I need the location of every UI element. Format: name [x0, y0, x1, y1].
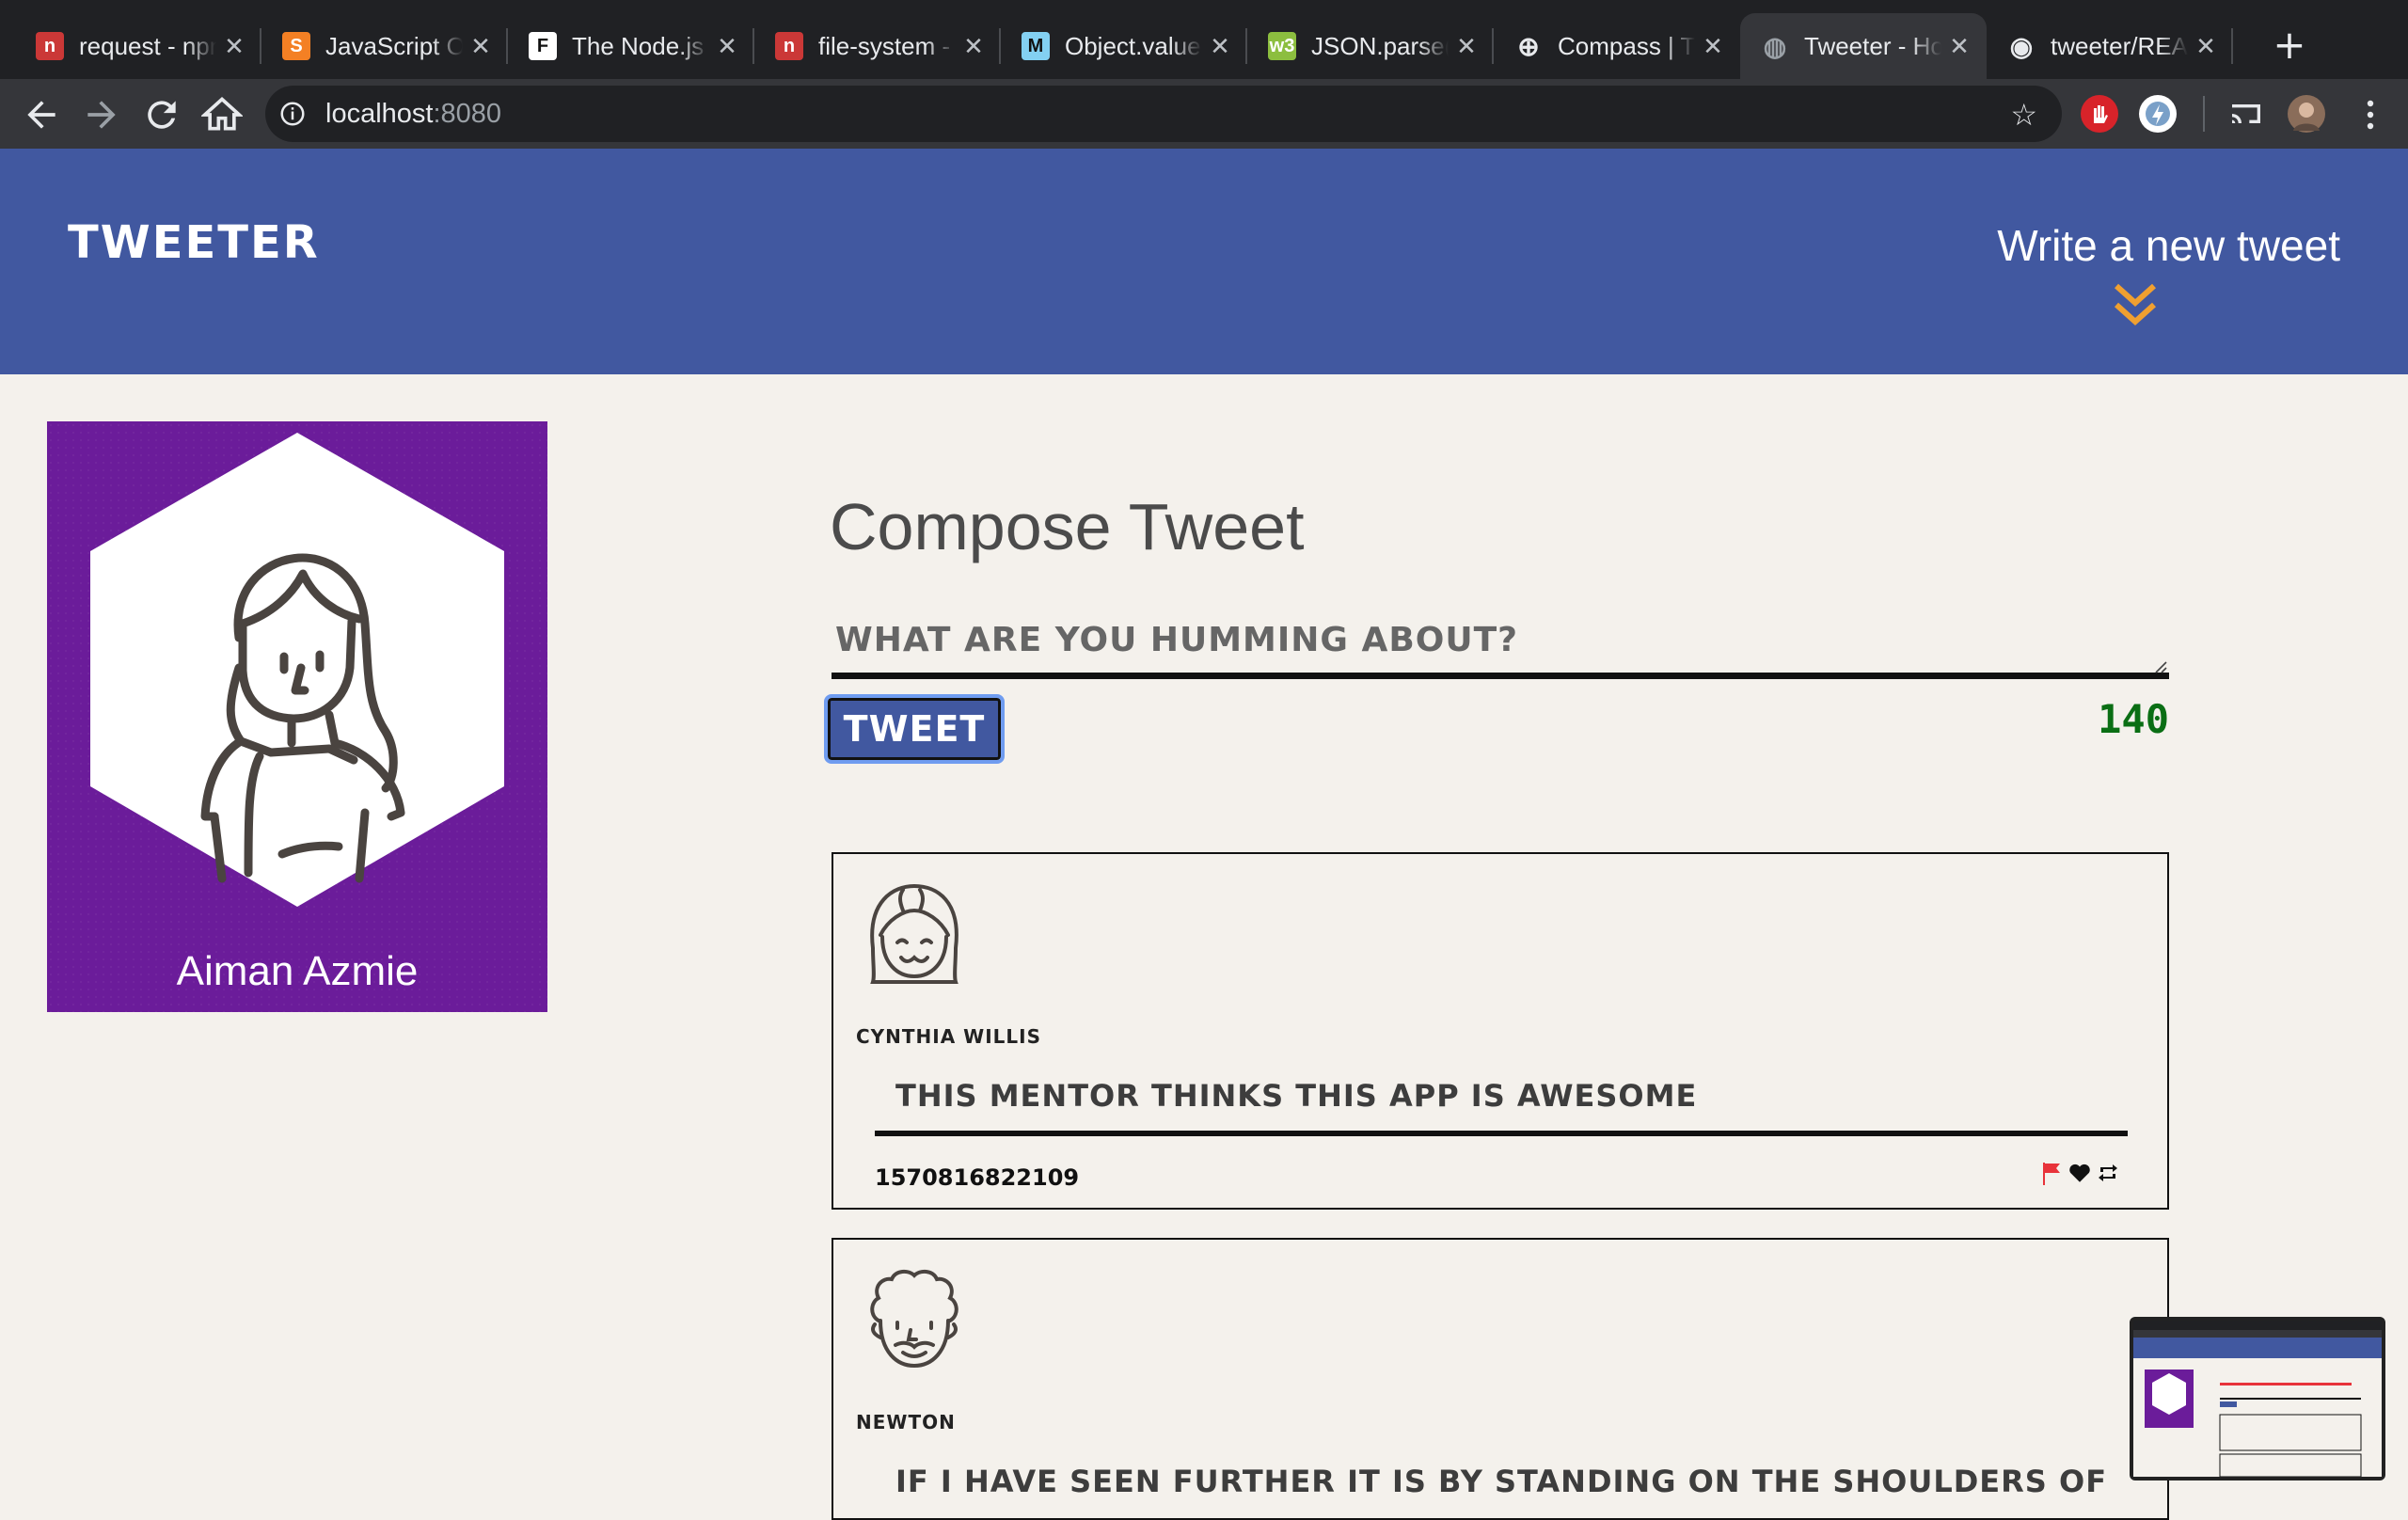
tab-title: The Node.js fs [572, 31, 709, 60]
extension-icon[interactable] [2139, 95, 2177, 133]
tweet-timestamp: 1570816822109 [875, 1164, 1080, 1191]
browser-tab[interactable]: S JavaScript ODM✕ [261, 13, 508, 79]
tab-close-icon[interactable]: ✕ [1208, 32, 1232, 61]
flag-icon[interactable] [2041, 1161, 2062, 1185]
tweet-text-input[interactable] [832, 621, 2169, 679]
tweet-actions [2041, 1161, 2120, 1185]
browser-menu-icon[interactable] [2352, 94, 2389, 135]
tab-close-icon[interactable]: ✕ [222, 32, 246, 61]
profile-name: Aiman Azmie [176, 948, 419, 994]
tab-close-icon[interactable]: ✕ [1454, 32, 1479, 61]
bookmark-star-icon[interactable]: ☆ [2010, 97, 2037, 133]
address-host: localhost [325, 98, 434, 129]
browser-tab[interactable]: F The Node.js fs✕ [508, 13, 754, 79]
tab-title: file-system - npm [818, 31, 956, 60]
npm-icon: n [36, 32, 64, 60]
tab-separator [2231, 28, 2233, 64]
tweet-author-handle: NEWTON [856, 1411, 956, 1433]
tab-close-icon[interactable]: ✕ [1947, 32, 1972, 61]
compass-icon: ⊕ [1517, 31, 1540, 61]
tab-title: JSON.parse() [1311, 31, 1449, 60]
tab-close-icon[interactable]: ✕ [961, 32, 986, 61]
w3-icon: w3 [1268, 32, 1296, 60]
tab-title: Compass | T [1558, 31, 1695, 60]
profile-avatar-image [90, 433, 504, 907]
tweet-content: THIS MENTOR THINKS THIS APP IS AWESOME [895, 1078, 1698, 1114]
npm-icon: n [775, 32, 803, 60]
github-icon: ◉ [2009, 31, 2034, 61]
compose-tweet-heading: Compose Tweet [830, 490, 1305, 563]
brand-logo[interactable]: TWEETER [68, 216, 320, 269]
user-avatar-icon [870, 1269, 958, 1369]
browser-tab[interactable]: ◉ tweeter/README✕ [1987, 13, 2233, 79]
browser-tab[interactable]: w3 JSON.parse() ✕ [1247, 13, 1494, 79]
double-chevron-down-icon[interactable] [2111, 280, 2160, 329]
profile-avatar[interactable] [2288, 95, 2325, 133]
user-avatar-icon [870, 883, 958, 984]
tab-title: request - npm [79, 31, 216, 60]
retweet-icon[interactable] [2096, 1161, 2120, 1185]
home-icon [199, 97, 245, 131]
tab-title: Tweeter - Home [1804, 31, 1941, 60]
globe-icon: ◍ [1763, 31, 1787, 61]
tweet-divider [875, 1131, 2128, 1136]
tweet-submit-button[interactable]: TWEET [824, 694, 1005, 764]
home-button[interactable] [199, 94, 245, 135]
tweet-card: NEWTON IF I HAVE SEEN FURTHER IT IS BY S… [832, 1238, 2169, 1520]
thumbnail-image [2133, 1321, 2382, 1478]
tab-title: JavaScript ODM [325, 31, 463, 60]
stackoverflow-icon: S [282, 32, 310, 60]
tab-title: Object.values() [1065, 31, 1202, 60]
reload-button[interactable] [141, 94, 182, 135]
mdn-icon: M [1022, 32, 1050, 60]
resize-grip-icon[interactable] [2152, 658, 2167, 673]
screenshot-thumbnail-preview[interactable] [2130, 1317, 2385, 1480]
address-bar[interactable]: localhost:8080 ☆ [265, 86, 2062, 142]
f-icon: F [529, 32, 557, 60]
write-new-tweet-link[interactable]: Write a new tweet [1997, 220, 2340, 271]
new-tab-button[interactable]: + [2267, 19, 2312, 71]
toolbar-divider [2203, 96, 2205, 132]
info-icon[interactable] [278, 100, 307, 128]
tweet-content: IF I HAVE SEEN FURTHER IT IS BY STANDING… [895, 1464, 2108, 1499]
tab-title: tweeter/README [2051, 31, 2188, 60]
browser-tab[interactable]: ◍ Tweeter - Home✕ [1740, 13, 1987, 79]
adblock-extension-icon[interactable] [2081, 95, 2118, 133]
browser-toolbar: localhost:8080 ☆ [0, 79, 2408, 149]
arrow-left-icon [27, 101, 55, 129]
site-header: TWEETER Write a new tweet [0, 149, 2408, 374]
browser-tab-strip: nrequest - npm✕SJavaScript ODM✕FThe Node… [0, 0, 2408, 79]
browser-tab[interactable]: n request - npm ✕ [15, 13, 261, 79]
reload-icon [148, 101, 176, 129]
browser-tab[interactable]: ⊕ Compass | T ✕ [1494, 13, 1740, 79]
profile-card: Aiman Azmie [47, 421, 547, 1012]
arrow-right-icon [87, 101, 116, 129]
tab-close-icon[interactable]: ✕ [468, 32, 493, 61]
browser-tab[interactable]: n file-system - npm✕ [754, 13, 1001, 79]
forward-button[interactable] [81, 94, 122, 135]
tab-close-icon[interactable]: ✕ [715, 32, 739, 61]
tab-close-icon[interactable]: ✕ [2194, 32, 2218, 61]
tab-close-icon[interactable]: ✕ [1701, 32, 1725, 61]
tweet-author-handle: CYNTHIA WILLIS [856, 1025, 1041, 1048]
heart-icon[interactable] [2067, 1161, 2092, 1185]
cast-icon[interactable] [2227, 95, 2265, 133]
back-button[interactable] [21, 94, 62, 135]
character-counter: 140 [2098, 696, 2169, 742]
browser-tab[interactable]: M Object.values()✕ [1001, 13, 1247, 79]
tweet-card: CYNTHIA WILLIS THIS MENTOR THINKS THIS A… [832, 852, 2169, 1210]
address-port: :8080 [433, 98, 502, 129]
